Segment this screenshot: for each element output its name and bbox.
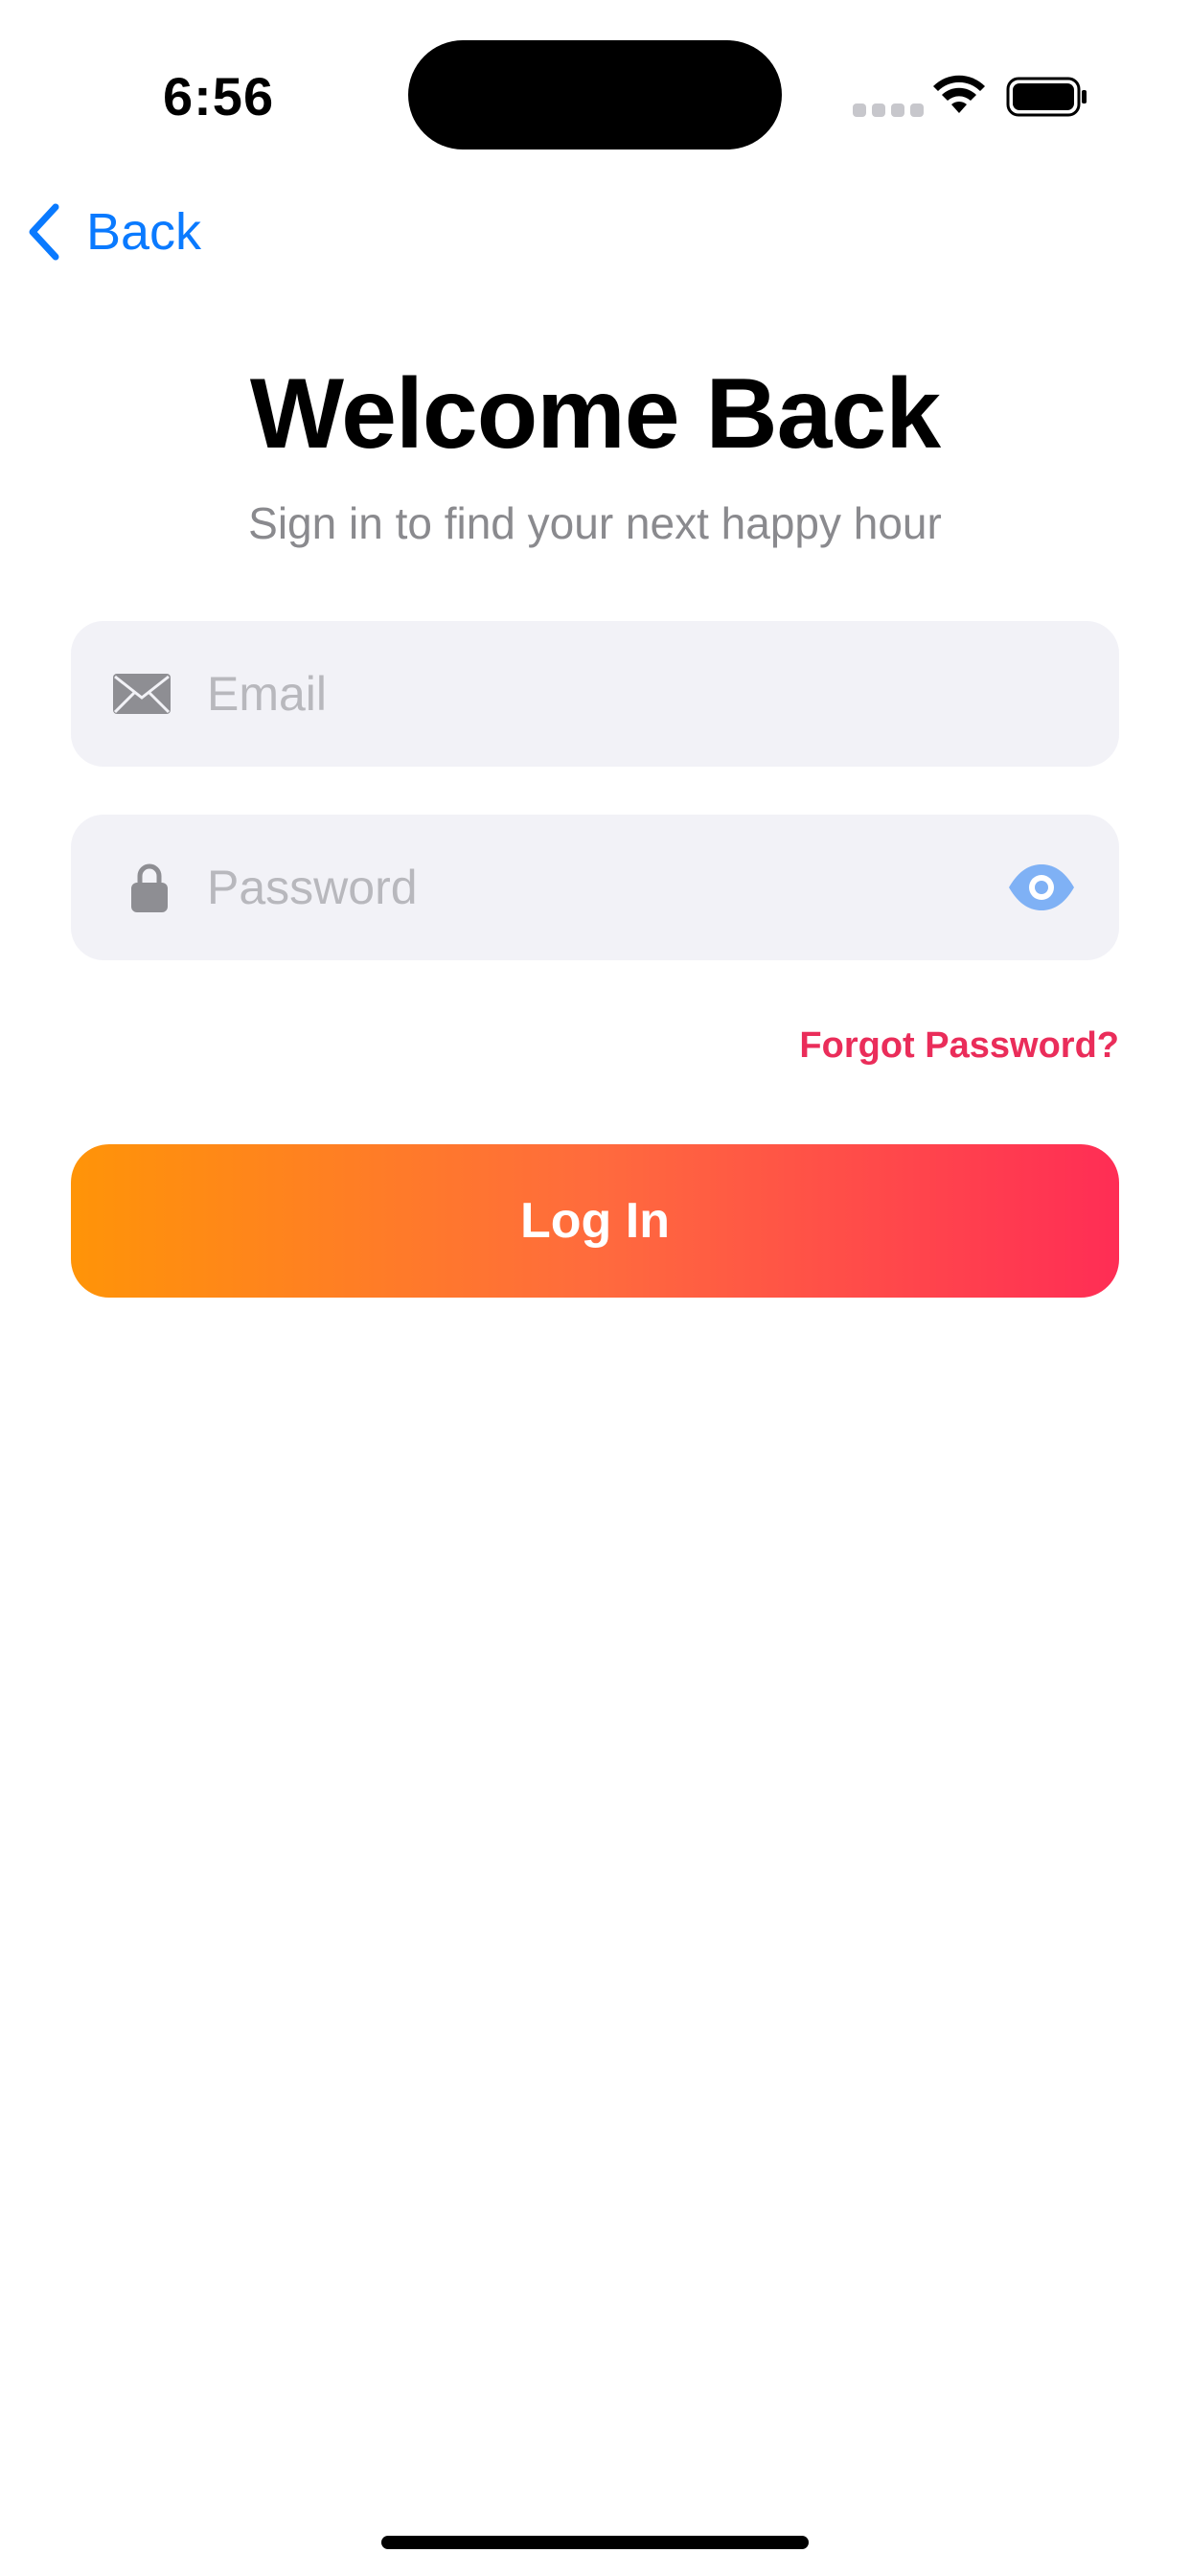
status-time: 6:56 [163,66,275,126]
envelope-icon [113,674,171,714]
back-label: Back [86,203,202,261]
back-button[interactable]: Back [25,192,201,272]
dynamic-island [408,40,782,150]
password-field-container[interactable] [71,815,1119,960]
chevron-left-icon [29,203,59,261]
home-indicator [381,2536,809,2549]
status-bar: 6:56 [0,0,1190,192]
eye-icon[interactable] [1006,862,1077,913]
page-title: Welcome Back [249,358,941,470]
login-screen: 6:56 Back Welcome Back Sign in to find y… [0,0,1190,2576]
lock-icon [131,863,168,912]
page-subtitle: Sign in to find your next happy hour [248,498,942,548]
login-button[interactable]: Log In [71,1144,1119,1298]
forgot-password-link[interactable]: Forgot Password? [799,1025,1119,1067]
password-input[interactable] [207,815,1031,960]
email-input[interactable] [207,621,1031,767]
wifi-icon [933,75,985,113]
battery-icon [1006,77,1087,117]
email-field-container[interactable] [71,621,1119,767]
cellular-signal-icon [853,104,924,117]
